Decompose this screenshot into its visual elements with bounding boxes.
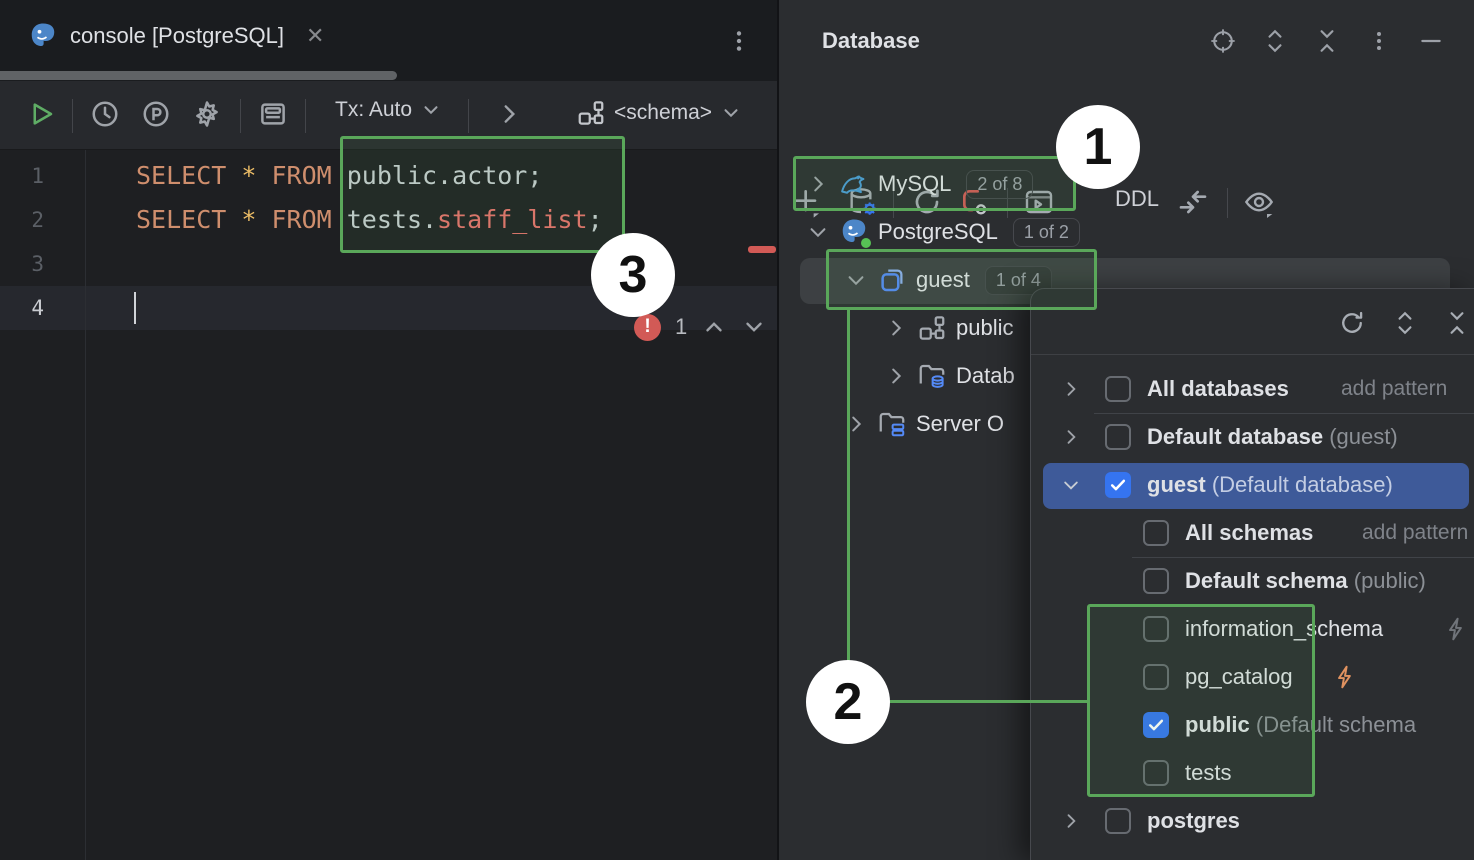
toolbar-separator (240, 99, 241, 133)
error-badge-icon: ! (634, 314, 661, 341)
in-editor-results-icon[interactable] (256, 97, 290, 131)
line-number: 1 (0, 154, 44, 198)
folder-server-icon (877, 409, 907, 439)
lightning-icon (1332, 664, 1358, 690)
chevron-right-icon[interactable] (884, 316, 908, 340)
expand-all-icon[interactable] (1260, 26, 1290, 56)
checkbox-unchecked[interactable] (1105, 808, 1131, 834)
annotation-connector-vertical (847, 310, 850, 661)
popup-row-default-schema[interactable]: Default schema (public) (1031, 557, 1474, 605)
chevron-right-icon[interactable] (492, 97, 526, 131)
checkbox-unchecked[interactable] (1105, 376, 1131, 402)
row-label: guest (Default database) (1147, 472, 1393, 498)
chevron-down-icon[interactable] (806, 220, 830, 244)
panel-options-kebab-icon[interactable] (1364, 26, 1394, 56)
toolbar-separator (72, 99, 73, 133)
schema-select-label: <schema> (614, 101, 712, 125)
gutter-separator (85, 150, 86, 860)
lightning-icon (1443, 616, 1469, 642)
row-label: Default database (guest) (1147, 424, 1398, 450)
annotation-box-guest-row (826, 249, 1097, 310)
tab-title: console [PostgreSQL] (70, 23, 284, 49)
chevron-right-icon[interactable] (884, 364, 908, 388)
settings-gear-icon[interactable] (190, 97, 224, 131)
tab-strip-scrollbar[interactable] (0, 71, 397, 80)
row-label: Default schema (public) (1185, 568, 1426, 594)
editor-tab-bar: console [PostgreSQL] ✕ (0, 0, 777, 81)
text-caret (134, 292, 136, 324)
annotation-box-mysql-row (793, 156, 1076, 211)
callout-circle-1: 1 (1056, 105, 1140, 189)
schema-icon (917, 313, 947, 343)
chevron-down-icon[interactable] (1059, 473, 1083, 497)
line-number: 2 (0, 198, 44, 242)
inspection-widget[interactable]: ! 1 (634, 311, 767, 343)
annotation-connector-horizontal (888, 700, 1087, 703)
tree-item-label: public (956, 315, 1013, 341)
popup-toolbar-separator (1031, 354, 1474, 355)
checkbox-unchecked[interactable] (1143, 520, 1169, 546)
error-count: 1 (675, 314, 687, 340)
schema-select[interactable]: <schema> (576, 98, 742, 128)
folder-database-icon (917, 361, 947, 391)
popup-row-default-database[interactable]: Default database (guest) (1031, 413, 1474, 461)
add-pattern-hint[interactable]: add pattern (1362, 521, 1468, 545)
tx-mode-select[interactable]: Tx: Auto (335, 98, 442, 122)
run-button[interactable] (24, 97, 58, 131)
callout-circle-3: 3 (591, 233, 675, 317)
history-icon[interactable] (88, 97, 122, 131)
chevron-right-icon[interactable] (1059, 809, 1083, 833)
postgresql-elephant-icon (839, 217, 869, 247)
collapse-all-icon[interactable] (1442, 308, 1472, 338)
editor-more-menu-kebab-icon[interactable] (722, 22, 756, 60)
checkbox-unchecked[interactable] (1143, 568, 1169, 594)
next-error-chevron-down-icon[interactable] (741, 314, 767, 340)
chevron-down-icon (420, 99, 442, 121)
tree-item-label: PostgreSQL (878, 219, 998, 245)
callout-circle-2: 2 (806, 660, 890, 744)
popup-row-all-databases[interactable]: All databases add pattern (1031, 365, 1474, 413)
tree-item-label: Datab (956, 363, 1015, 389)
chevron-down-icon (720, 102, 742, 124)
checkbox-unchecked[interactable] (1105, 424, 1131, 450)
tree-item-label: Server O (916, 411, 1004, 437)
line-number: 3 (0, 242, 44, 286)
schema-icon (576, 98, 606, 128)
error-stripe-mark[interactable] (748, 246, 776, 253)
toolbar-separator (468, 99, 469, 133)
tx-mode-label: Tx: Auto (335, 98, 412, 122)
line-number-active: 4 (0, 286, 44, 330)
chevron-right-icon[interactable] (1059, 377, 1083, 401)
row-label: postgres (1147, 808, 1240, 834)
connected-status-dot (860, 237, 872, 249)
annotation-box-sql-fragments (340, 136, 625, 253)
collapse-all-icon[interactable] (1312, 26, 1342, 56)
expand-all-icon[interactable] (1390, 308, 1420, 338)
row-label: All schemas (1185, 520, 1313, 546)
database-panel-header: Database (779, 0, 1474, 81)
app-window: console [PostgreSQL] ✕ (0, 0, 1474, 860)
popup-row-guest-selected[interactable]: guest (Default database) (1031, 461, 1474, 509)
prev-error-chevron-up-icon[interactable] (701, 314, 727, 340)
parameters-icon[interactable] (139, 97, 173, 131)
tab-close-icon[interactable]: ✕ (306, 23, 324, 49)
tab-console-postgresql[interactable]: console [PostgreSQL] ✕ (0, 0, 340, 71)
editor-pane: console [PostgreSQL] ✕ (0, 0, 777, 860)
popup-row-postgres-database[interactable]: postgres (1031, 797, 1474, 845)
popup-row-all-schemas[interactable]: All schemas add pattern (1031, 509, 1474, 557)
locate-target-icon[interactable] (1208, 26, 1238, 56)
checkbox-checked[interactable] (1105, 472, 1131, 498)
add-pattern-hint[interactable]: add pattern (1341, 377, 1447, 401)
annotation-box-schema-list (1087, 604, 1315, 797)
count-badge: 1 of 2 (1013, 218, 1080, 247)
postgresql-logo-icon (28, 21, 58, 51)
row-label: All databases (1147, 376, 1289, 402)
chevron-right-icon[interactable] (1059, 425, 1083, 449)
hide-panel-minimize-icon[interactable] (1416, 26, 1446, 56)
refresh-icon[interactable] (1337, 308, 1367, 338)
panel-title: Database (822, 28, 920, 54)
toolbar-separator (305, 99, 306, 133)
